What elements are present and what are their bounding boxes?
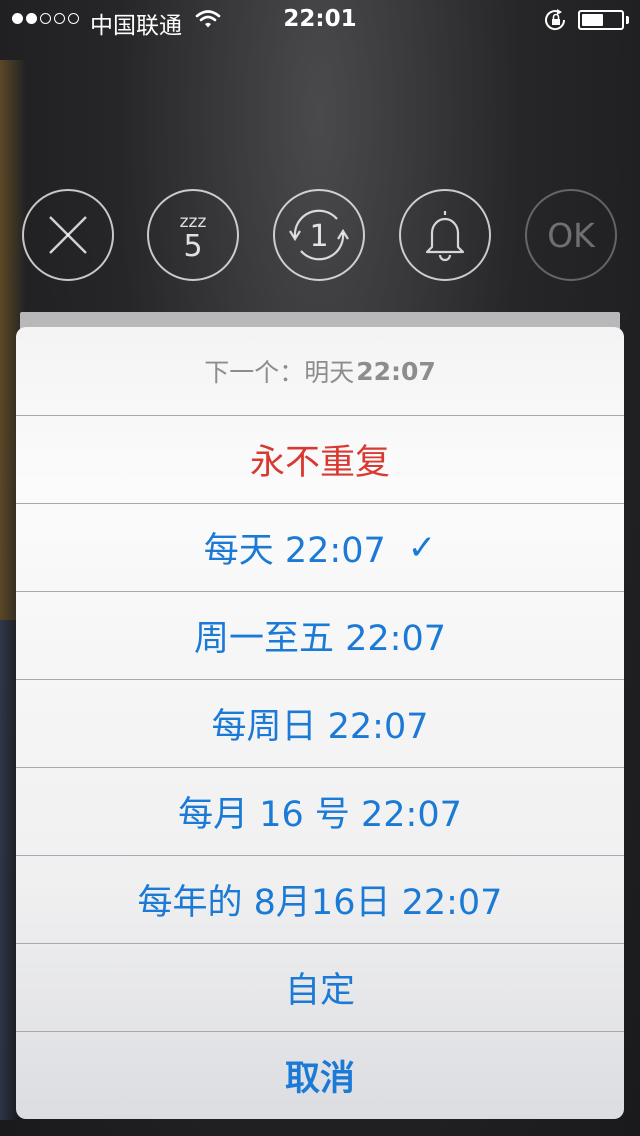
snooze-minutes: 5: [183, 229, 202, 264]
dismiss-button[interactable]: [22, 189, 114, 281]
option-label: 每周日 22:07: [211, 707, 429, 747]
option-label: 每天 22:07: [203, 531, 386, 571]
bell-icon: [425, 211, 465, 262]
ok-label: OK: [547, 215, 595, 255]
close-icon: [49, 216, 87, 254]
snooze-icon: zzz 5: [180, 212, 207, 264]
rotation-lock-icon: [544, 9, 568, 35]
next-alarm-time: 22:07: [356, 356, 436, 386]
option-weekly-sunday[interactable]: 每周日 22:07: [16, 679, 624, 767]
sheet-header: 下一个：明天 22:07: [16, 327, 624, 415]
option-label: 每月 16 号 22:07: [178, 795, 462, 835]
option-yearly[interactable]: 每年的 8月16日 22:07: [16, 855, 624, 943]
repeat-count: 1: [309, 219, 328, 254]
option-custom[interactable]: 自定: [16, 943, 624, 1031]
next-alarm-label: 下一个：明天: [204, 358, 355, 387]
status-bar: 中国联通 22:01: [0, 0, 640, 40]
option-never-repeat[interactable]: 永不重复: [16, 415, 624, 503]
option-daily[interactable]: 每天 22:07 ✓: [16, 503, 624, 591]
battery-tip: [626, 16, 629, 24]
alarm-toolbar: zzz 5 1 OK: [0, 189, 640, 285]
cancel-button[interactable]: 取消: [16, 1031, 624, 1119]
option-label: 自定: [284, 971, 355, 1011]
ok-button[interactable]: OK: [525, 189, 617, 281]
repeat-icon: 1: [289, 209, 349, 261]
battery-icon: [578, 10, 624, 30]
option-label: 永不重复: [249, 443, 390, 483]
repeat-action-sheet: 下一个：明天 22:07 永不重复 每天 22:07 ✓ 周一至五 22:07 …: [16, 327, 624, 1119]
repeat-button[interactable]: 1: [273, 189, 365, 281]
option-monthly[interactable]: 每月 16 号 22:07: [16, 767, 624, 855]
option-label: 周一至五 22:07: [194, 619, 446, 659]
checkmark-icon: ✓: [407, 527, 437, 568]
sound-button[interactable]: [399, 189, 491, 281]
cancel-label: 取消: [284, 1059, 355, 1099]
snooze-button[interactable]: zzz 5: [147, 189, 239, 281]
option-label: 每年的 8月16日 22:07: [137, 883, 503, 923]
option-weekdays[interactable]: 周一至五 22:07: [16, 591, 624, 679]
